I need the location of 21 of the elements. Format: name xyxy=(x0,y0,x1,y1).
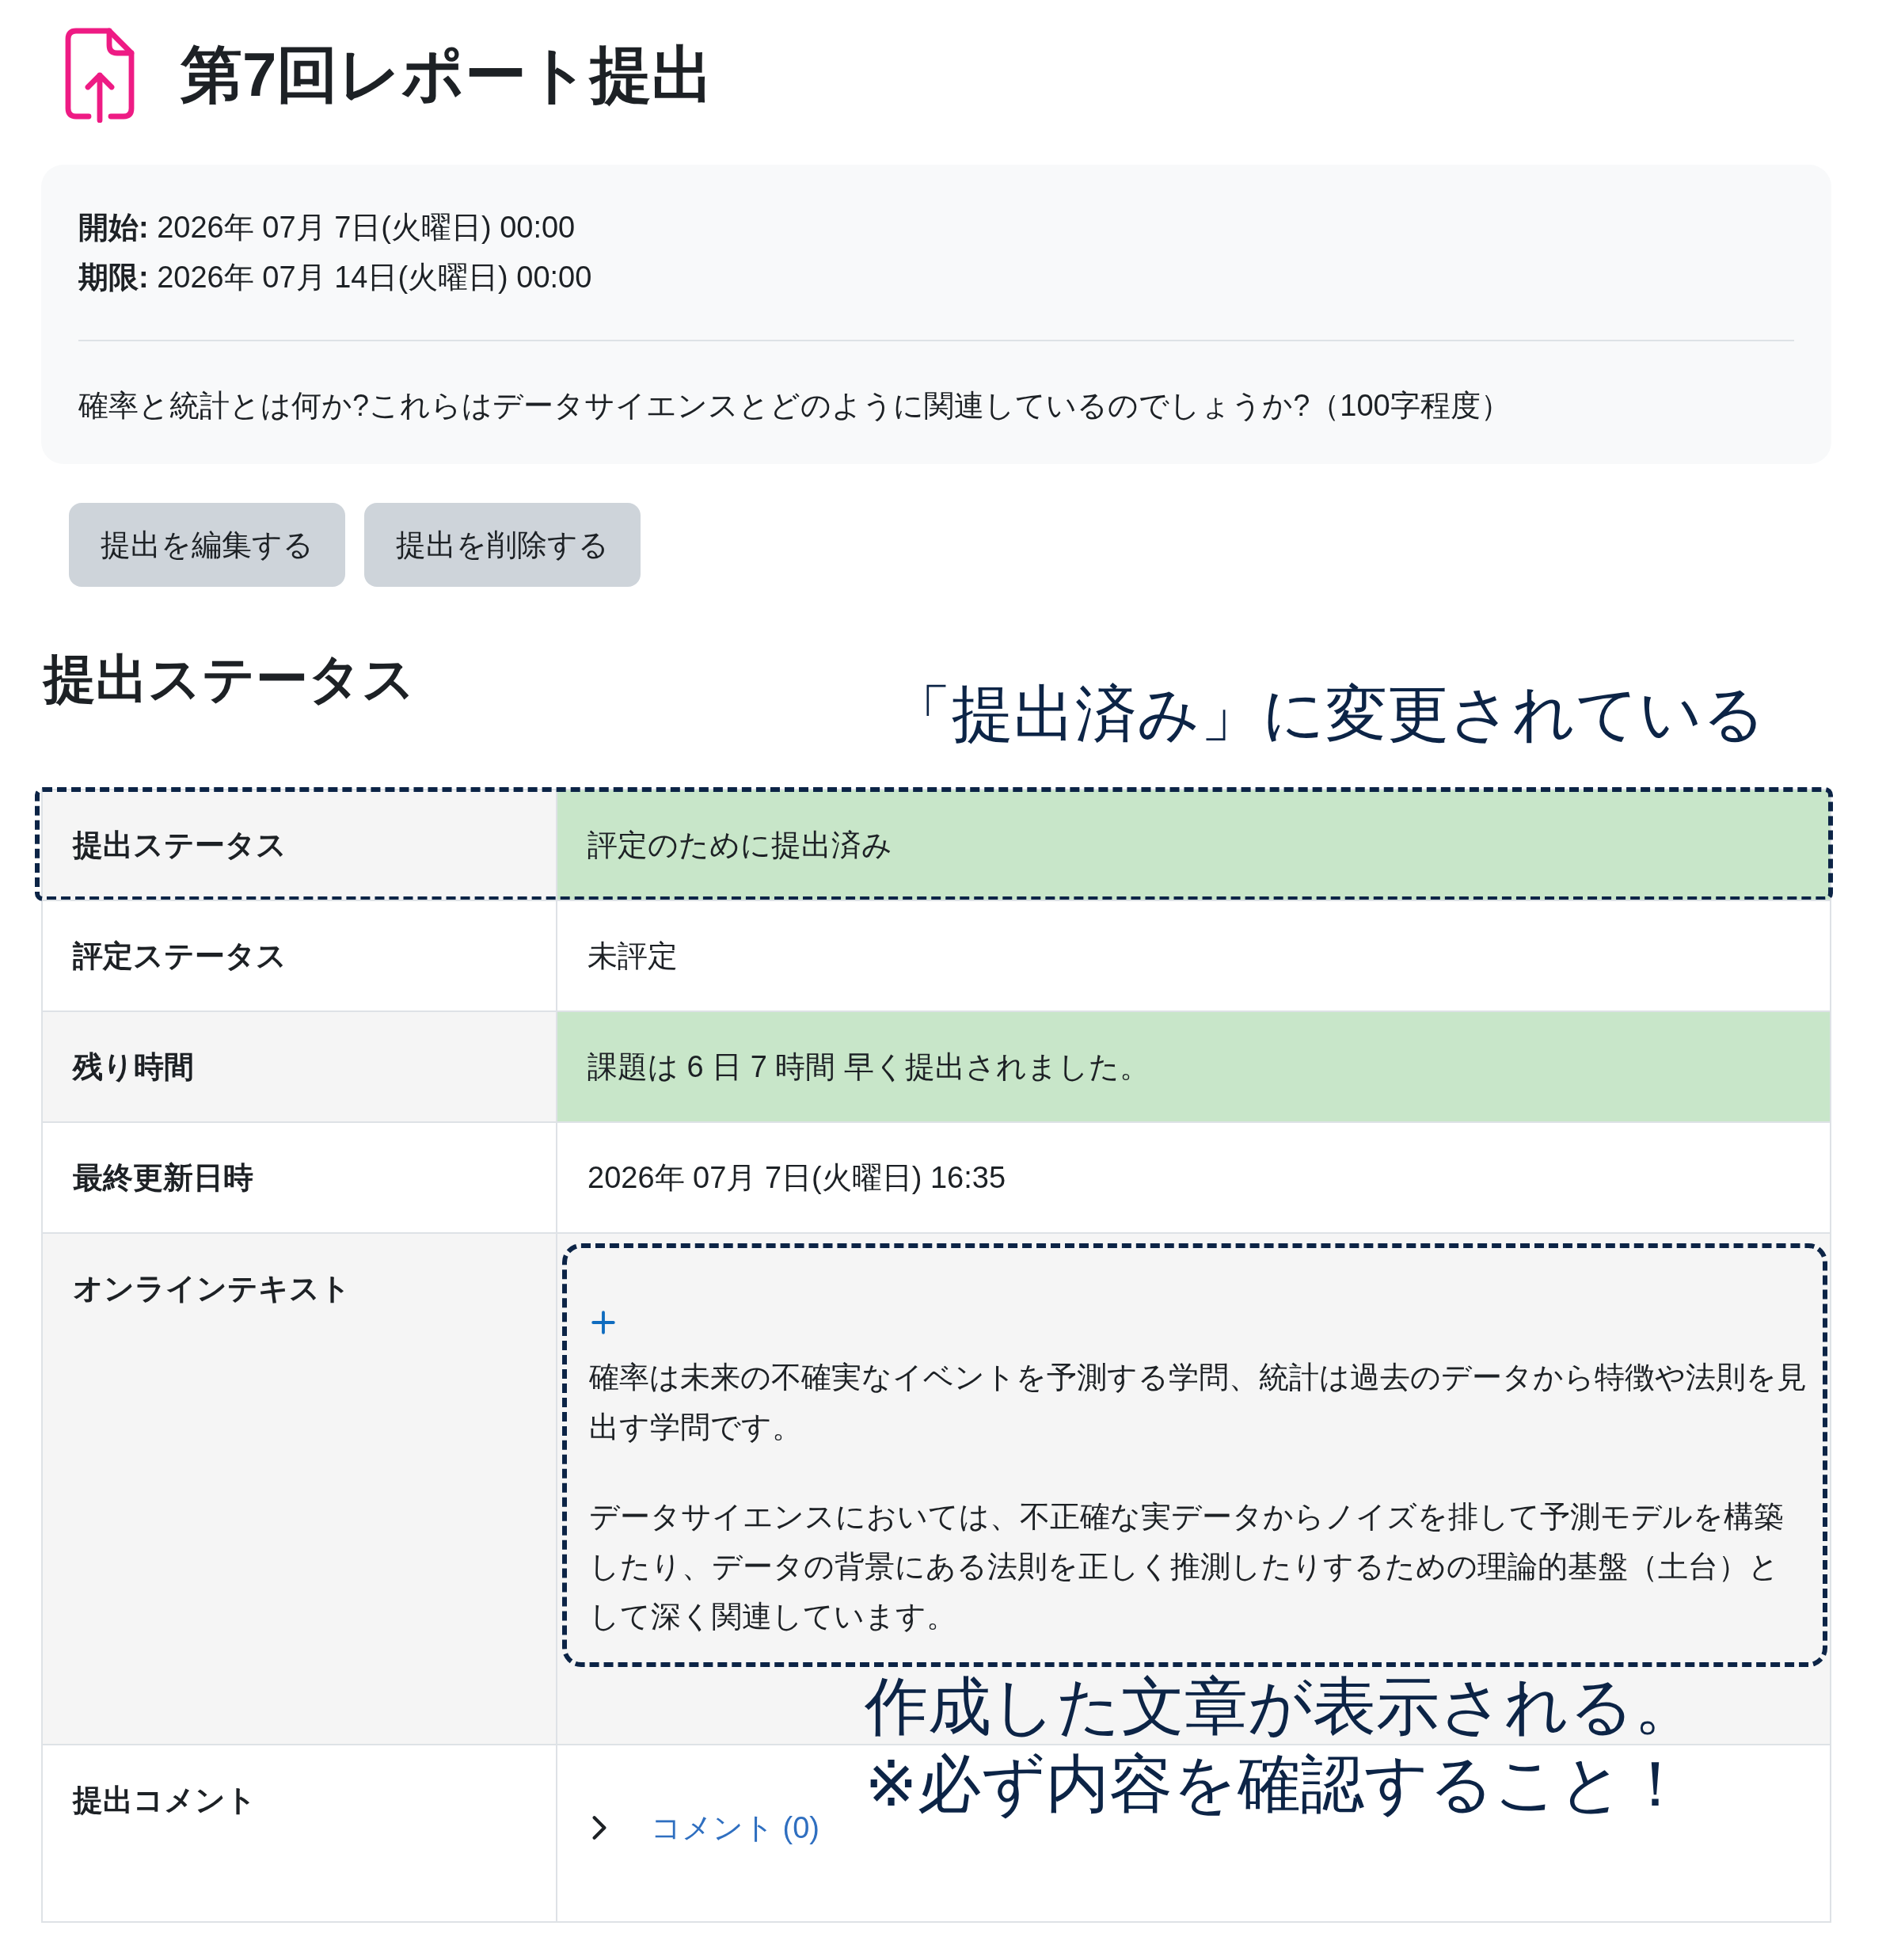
date-line: 期限: 2026年 07月 14日(火曜日) 00:00 xyxy=(78,260,593,295)
online-text-paragraph: 確率は未来の不確実なイベントを予測する学問、統計は過去のデータから特徴や法則を見出す学問です。 xyxy=(589,1360,1807,1445)
action-button[interactable]: 提出を編集する xyxy=(69,503,345,587)
table-header-cell: オンラインテキスト xyxy=(43,1234,557,1744)
table-cell: 評定のために提出済み xyxy=(557,790,1830,900)
table-header-cell: 提出ステータス xyxy=(43,790,557,900)
comments-link[interactable]: コメント (0) xyxy=(651,1810,819,1845)
section-heading: 提出ステータス xyxy=(44,649,416,710)
file-upload-icon xyxy=(65,28,135,123)
annotation-text: 作成した文章が表示される。 xyxy=(865,1670,1698,1743)
annotation-text: 「提出済み」に変更されている xyxy=(890,678,1766,750)
annotation-text: ※必ず内容を確認すること！ xyxy=(865,1748,1689,1821)
date-line: 開始: 2026年 07月 7日(火曜日) 00:00 xyxy=(78,210,576,245)
chevron-right-icon[interactable] xyxy=(591,1815,607,1840)
page-title: 第7回レポート提出 xyxy=(181,39,714,112)
table-cell: 課題は 6 日 7 時間 早く提出されました。 xyxy=(557,1012,1830,1121)
action-button[interactable]: 提出を削除する xyxy=(364,503,641,587)
table-header-cell: 残り時間 xyxy=(43,1012,557,1121)
plus-icon[interactable] xyxy=(591,1310,616,1335)
online-text-paragraph: データサイエンスにおいては、不正確な実データからノイズを排して予測モデルを構築したり、データの背景にある法則を正しく推測したりするための理論的基盤（土台）として深く関連しています。 xyxy=(589,1499,1785,1635)
assignment-description: 確率と統計とは何か?これらはデータサイエンスとどのように関連しているのでしょうか?（100字程度） xyxy=(78,388,1511,424)
